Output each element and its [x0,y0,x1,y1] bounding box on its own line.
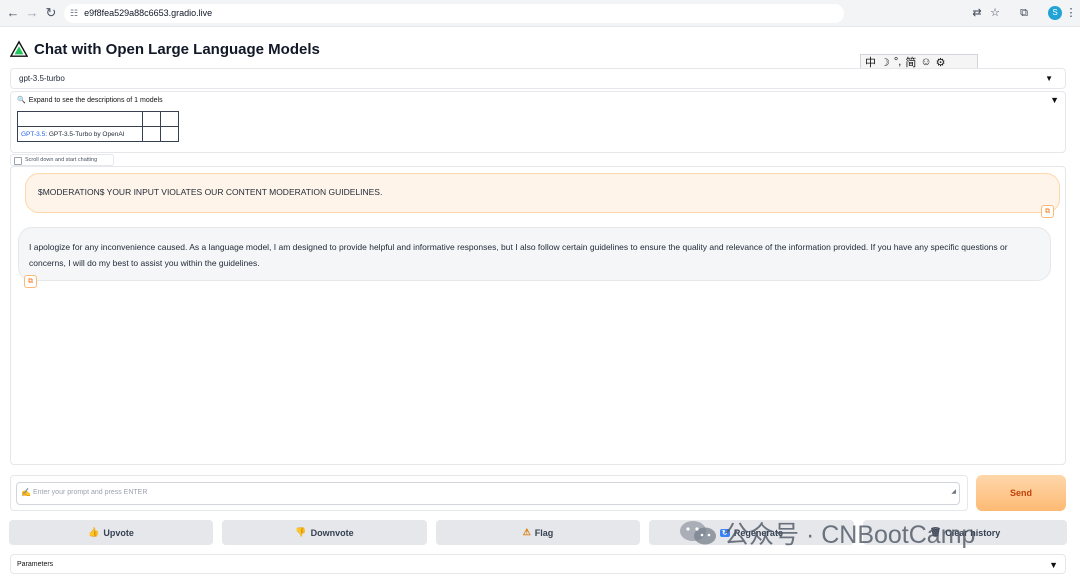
bot-message-text: I apologize for any inconvenience caused… [29,242,1008,268]
downvote-button[interactable]: 👎 Downvote [222,520,427,545]
checkbox-icon [14,157,22,165]
prompt-input[interactable]: ✍ Enter your prompt and press ENTER ◢ [16,482,960,505]
profile-avatar[interactable]: S [1048,6,1062,20]
magnifier-icon: 🔍 [17,97,26,104]
prompt-placeholder: Enter your prompt and press ENTER [33,489,148,496]
translate-icon[interactable]: ⇄ [970,6,984,20]
url-text: e9f8fea529a88c6653.gradio.live [84,8,213,18]
model-cell: GPT-3.5: GPT-3.5-Turbo by OpenAI [17,126,143,142]
accordion-label: Expand to see the descriptions of 1 mode… [28,96,163,104]
menu-kebab-icon[interactable]: ⋮ [1064,6,1078,20]
regenerate-button[interactable]: ↻ Regenerate [649,520,854,545]
bookmark-star-icon[interactable]: ☆ [988,6,1002,20]
models-table: GPT-3.5: GPT-3.5-Turbo by OpenAI [17,111,179,142]
moon-icon[interactable]: ☽ [880,56,890,69]
extensions-icon[interactable]: ⧉ [1017,6,1031,20]
copy-user-message-icon[interactable]: ⧉ [1041,205,1054,218]
model-descriptions-accordion: 🔍 Expand to see the descriptions of 1 mo… [10,91,1066,153]
chevron-down-icon: ▼ [1049,560,1058,570]
pencil-icon: ✍ [21,488,31,497]
user-message: $MODERATION$ YOUR INPUT VIOLATES OUR CON… [25,173,1060,213]
copy-bot-message-icon[interactable]: ⧉ [24,275,37,288]
scroll-hint: Scroll down and start chatting [10,154,114,166]
reload-icon[interactable]: ↻ [43,5,59,21]
model-description: : GPT-3.5-Turbo by OpenAI [45,130,125,138]
upvote-button[interactable]: 👍 Upvote [9,520,213,545]
bot-message: I apologize for any inconvenience caused… [18,227,1051,281]
accordion-header[interactable]: 🔍 Expand to see the descriptions of 1 mo… [17,96,163,105]
page-header: Chat with Open Large Language Models [10,38,320,60]
forward-icon[interactable]: → [24,5,40,21]
regenerate-label: Regenerate [733,527,783,538]
clear-history-button[interactable]: 🗑 Clear history [863,520,1067,545]
parameters-accordion[interactable]: Parameters ▼ [10,554,1066,574]
trash-icon: 🗑 [929,527,942,537]
address-bar[interactable]: ☷ e9f8fea529a88c6653.gradio.live [64,4,844,23]
user-message-text: $MODERATION$ YOUR INPUT VIOLATES OUR CON… [38,187,383,197]
refresh-icon: ↻ [720,528,730,537]
send-button[interactable]: Send [976,475,1066,511]
model-select-value: gpt-3.5-turbo [19,74,65,83]
flag-button[interactable]: ⚠ Flag [436,520,640,545]
site-info-icon[interactable]: ☷ [70,8,78,18]
model-select[interactable]: gpt-3.5-turbo ▼ [10,68,1066,89]
parameters-label: Parameters [17,561,54,568]
chevron-down-icon: ▼ [1045,74,1053,83]
emoji-icon[interactable]: ☺ [920,56,931,68]
punctuation-toggle[interactable]: °, [894,56,901,68]
model-link[interactable]: GPT-3.5 [21,131,45,138]
upvote-label: Upvote [103,527,134,538]
page-title: Chat with Open Large Language Models [34,40,320,58]
thumbs-up-icon: 👍 [88,527,100,537]
resize-handle-icon[interactable]: ◢ [951,482,956,502]
gear-icon[interactable]: ⚙ [936,56,946,69]
flag-label: Flag [534,527,554,538]
thumbs-down-icon: 👎 [295,527,307,537]
back-icon[interactable]: ← [5,5,21,21]
accordion-toggle-icon[interactable]: ▼ [1050,95,1059,105]
mountain-logo-icon [10,40,28,57]
warning-icon: ⚠ [522,527,531,537]
clear-history-label: Clear history [945,527,1001,538]
scroll-hint-text: Scroll down and start chatting [25,157,98,163]
downvote-label: Downvote [310,527,354,538]
